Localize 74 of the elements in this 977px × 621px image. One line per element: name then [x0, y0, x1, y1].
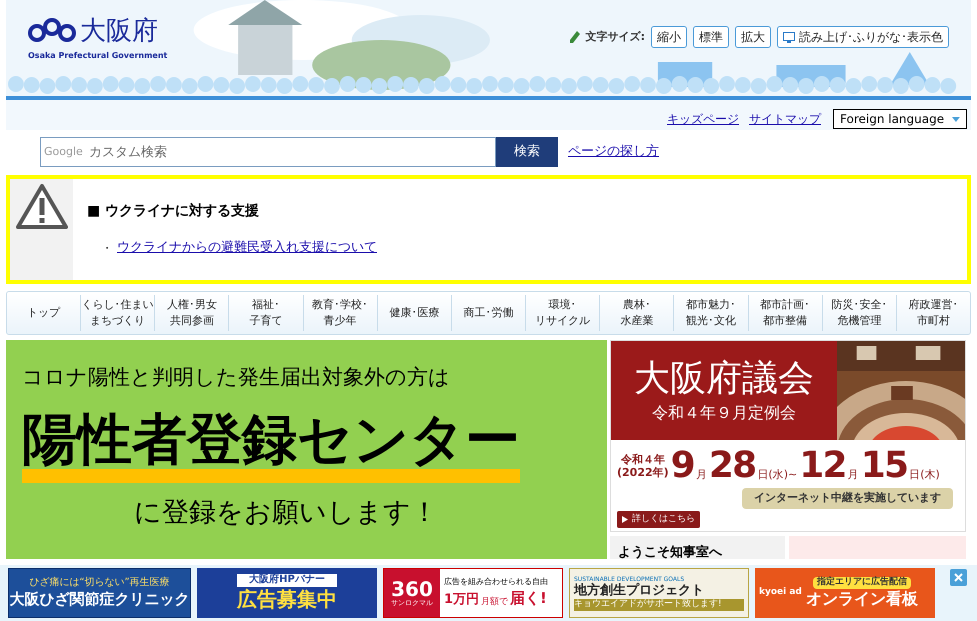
date-text: 月: [696, 468, 707, 482]
ad-text: kyoei ad: [759, 586, 802, 600]
ad-text: 指定エリアに広告配信: [812, 577, 911, 589]
dropdown-icon: [952, 116, 960, 122]
site-subtitle: Osaka Prefectural Government: [28, 50, 168, 62]
ad-text: 届く!: [510, 588, 547, 609]
ad-text: 360: [391, 578, 433, 599]
bullet: ・: [101, 240, 113, 257]
date-text: 月: [848, 468, 859, 482]
nav-item[interactable]: 人権･男女 共同参画: [154, 295, 228, 331]
ad-text: 大阪府HPバナー: [237, 574, 337, 587]
covid-banner[interactable]: コロナ陽性と判明した発生届出対象外の方は 陽性者登録センター に登録をお願いします！: [6, 340, 607, 559]
nav-item[interactable]: 防災･安全･ 危機管理: [822, 295, 896, 331]
nav-item[interactable]: 福祉･ 子育て: [228, 295, 303, 331]
search-help-link[interactable]: ページの探し方: [568, 142, 659, 162]
date-year: (2022年): [617, 466, 669, 480]
ad-banner[interactable]: 大阪府HPバナー 広告募集中: [197, 568, 377, 618]
banner-text: に登録をお願いします！: [134, 496, 439, 530]
banner-text: コロナ陽性と判明した発生届出対象外の方は: [22, 364, 451, 391]
reader-button[interactable]: 読み上げ･ふりがな･表示色: [777, 26, 949, 48]
close-button[interactable]: [950, 569, 967, 586]
ad-banner[interactable]: kyoei ad 指定エリアに広告配信 オンライン看板: [755, 568, 935, 618]
search-button[interactable]: 検索: [496, 137, 558, 167]
nav-item[interactable]: 健康･医療: [376, 295, 451, 331]
banner-text: 令和４年９月定例会: [652, 402, 796, 424]
logo-icon: [28, 18, 76, 44]
ad-text: 地方創生プロジェクト: [574, 583, 705, 598]
nav-item[interactable]: トップ: [7, 295, 80, 331]
nav-item[interactable]: 都市魅力･ 観光･文化: [673, 295, 748, 331]
utility-link[interactable]: キッズページ: [667, 110, 739, 128]
play-icon: [622, 516, 628, 523]
alert-title: ■ ウクライナに対する支援: [87, 202, 260, 221]
utility-link[interactable]: サイトマップ: [749, 110, 821, 128]
font-size-button[interactable]: 標準: [693, 26, 729, 48]
banner-headline: 陽性者登録センター: [22, 412, 520, 482]
governor-title: ようこそ知事室へ: [618, 545, 722, 560]
site-title[interactable]: 大阪府: [80, 18, 158, 44]
nav-item[interactable]: 教育･学校･ 青少年: [302, 295, 377, 331]
ad-banner[interactable]: ひざ痛には“切らない”再生医療 大阪ひざ関節症クリニック: [8, 568, 191, 618]
nav-item[interactable]: 環境･ リサイクル: [525, 295, 600, 331]
pencil-icon: [570, 31, 580, 43]
date-text: 日(木): [909, 468, 940, 482]
ad-text: ひざ痛には“切らない”再生医療: [29, 577, 170, 590]
notice-label: インターネット中継を実施しています: [742, 488, 953, 508]
font-size-button[interactable]: 拡大: [735, 26, 771, 48]
warning-icon: [16, 183, 68, 229]
monitor-icon: [783, 32, 795, 42]
nav-item[interactable]: 農林･ 水産業: [599, 295, 674, 331]
font-size-label: 文字サイズ:: [586, 28, 645, 45]
date-text: 12: [799, 448, 846, 484]
governor-box[interactable]: ようこそ知事室へ: [610, 536, 785, 559]
ad-text: オンライン看板: [806, 588, 918, 609]
alert-link[interactable]: ウクライナからの避難民受入れ支援について: [117, 238, 377, 258]
nav-item[interactable]: 商工･労働: [450, 295, 526, 331]
date-text: 日(水)~: [757, 468, 798, 482]
ad-text: 月額で: [481, 596, 508, 609]
nav-item[interactable]: 府政運営･ 市町村: [896, 295, 970, 331]
language-select[interactable]: Foreign language: [833, 109, 967, 129]
nav-item[interactable]: くらし･住まい まちづくり: [80, 295, 154, 331]
ad-text: 1万円: [444, 590, 480, 609]
ad-text: キョウエイアドがサポート致します!: [574, 599, 744, 610]
banner-headline: 大阪府議会: [634, 357, 814, 401]
date-text: 9: [670, 448, 694, 484]
nav-item[interactable]: 都市計画･ 都市整備: [748, 295, 822, 331]
ad-text: 広告を組み合わせられる自由: [444, 576, 548, 587]
ad-text: 大阪ひざ関節症クリニック: [10, 590, 190, 609]
ad-text: 広告募集中: [237, 586, 337, 612]
search-brand: Google: [44, 144, 83, 160]
details-button[interactable]: 詳しくはこちら: [617, 510, 700, 528]
date-text: 15: [860, 448, 908, 484]
close-icon: [954, 573, 963, 582]
font-size-button[interactable]: 縮小: [651, 26, 687, 48]
date-era: 令和４年: [620, 452, 665, 466]
date-text: 28: [708, 448, 756, 484]
